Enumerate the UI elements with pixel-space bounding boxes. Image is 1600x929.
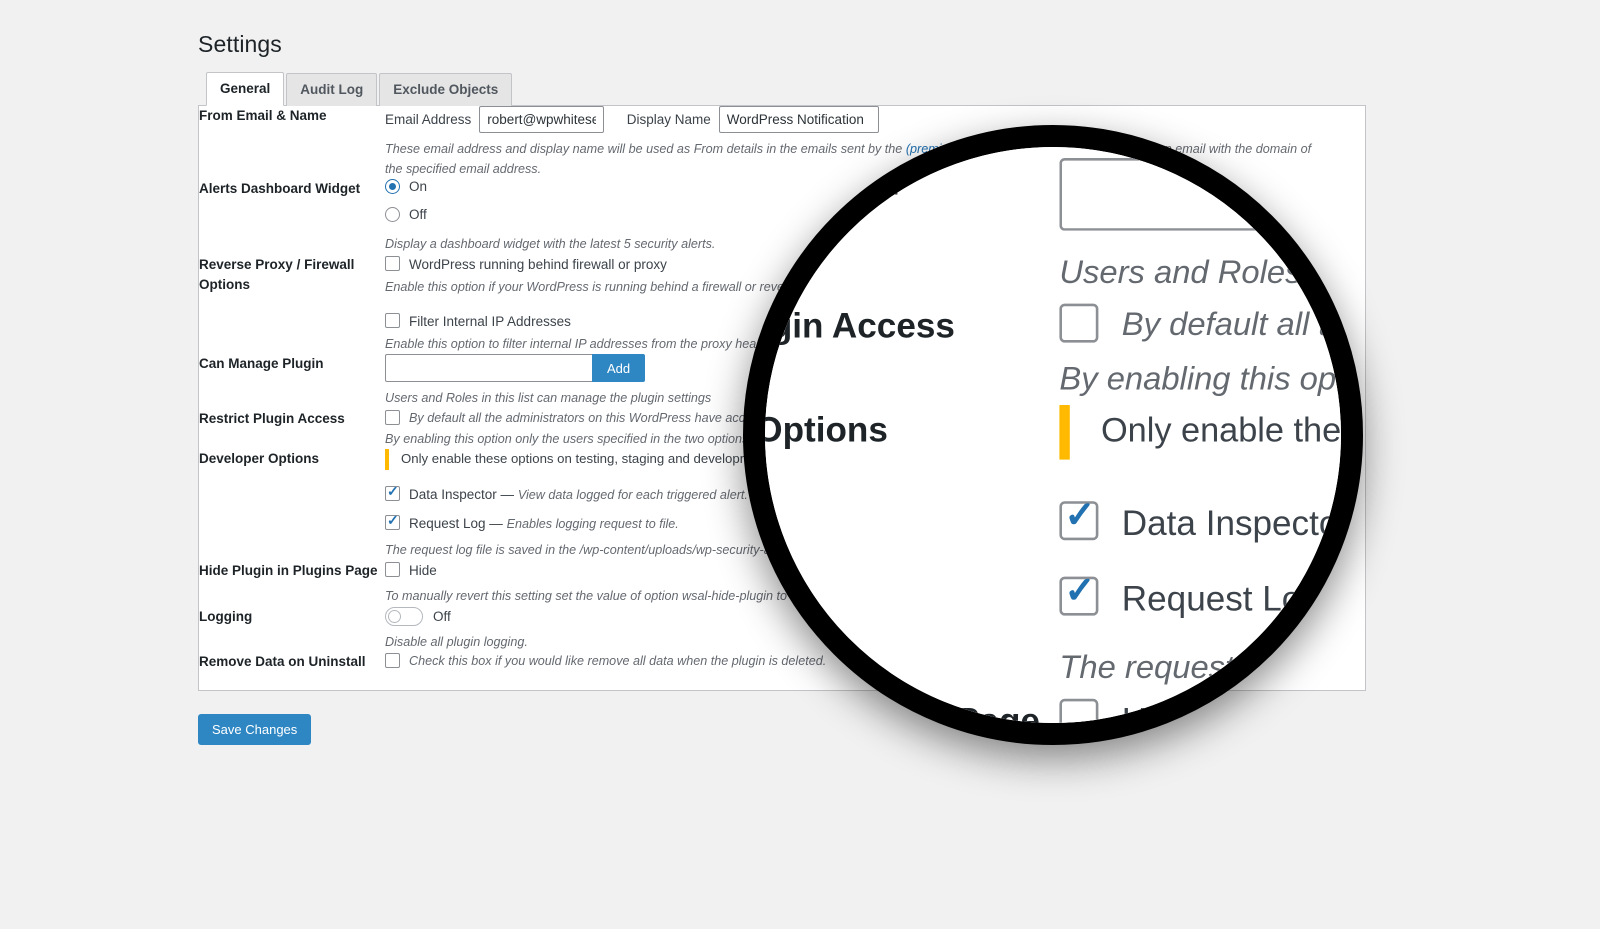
- row-label-alerts-widget: Alerts Dashboard Widget: [199, 181, 361, 197]
- tab-audit-log[interactable]: Audit Log: [286, 72, 378, 107]
- alerts-widget-off-label: Off: [409, 207, 427, 223]
- restrict-access-checkbox-label: By default all the administrators on thi…: [1121, 305, 1363, 342]
- logging-toggle[interactable]: [385, 606, 423, 626]
- row-label-can-manage-plugin: Can Manage Plugin: [199, 356, 324, 372]
- magnifier-content: Settings General Audit Log Exclude Objec…: [755, 147, 1363, 723]
- data-inspector-row[interactable]: Data Inspector — View data logged for ea…: [1059, 493, 1351, 549]
- alerts-widget-on-label: On: [409, 179, 428, 195]
- display-name-label: Display Name: [626, 112, 711, 128]
- magnifier-lens: Settings General Audit Log Exclude Objec…: [743, 125, 1363, 745]
- tab-general[interactable]: General: [206, 71, 285, 107]
- remove-data-checkbox[interactable]: [385, 653, 400, 669]
- can-manage-add-row: Add: [1059, 158, 1341, 232]
- row-content-developer-options: Only enable these options on testing, st…: [1059, 406, 1363, 695]
- row-label-hide-plugin: Hide Plugin in Plugins Page: [199, 562, 378, 578]
- data-inspector-title: Data Inspector —: [409, 486, 518, 502]
- restrict-access-description: By enabling this option only the users s…: [1059, 360, 1353, 397]
- can-manage-description: Users and Roles in this list can manage …: [1059, 254, 1341, 291]
- remove-data-checkbox-label: Check this box if you would like remove …: [409, 654, 827, 669]
- developer-options-notice: Only enable these options on testing, st…: [1059, 406, 1341, 460]
- can-manage-input[interactable]: [385, 354, 592, 383]
- row-label-developer-options: Developer Options: [199, 451, 320, 467]
- reverse-proxy-checkbox-1[interactable]: [385, 255, 400, 271]
- save-changes-button[interactable]: Save Changes: [198, 713, 312, 745]
- data-inspector-label: Data Inspector — View data logged for ea…: [409, 485, 748, 505]
- request-log-title: Request Log —: [409, 516, 507, 532]
- display-name-input[interactable]: [718, 106, 879, 134]
- reverse-proxy-checkbox-2[interactable]: [385, 313, 400, 329]
- logging-toggle-state: Off: [433, 608, 451, 624]
- data-inspector-title: Data Inspector —: [1121, 503, 1351, 543]
- request-log-checkbox[interactable]: [385, 512, 400, 531]
- row-label-logging: Logging: [199, 608, 253, 624]
- row-label-restrict-plugin-access: Restrict Plugin Access: [199, 410, 345, 426]
- can-manage-input[interactable]: [1059, 158, 1341, 232]
- page-title: Settings: [198, 31, 282, 57]
- hide-plugin-checkbox-label: Hide: [409, 562, 437, 578]
- request-log-label: Request Log — Enables logging request to…: [409, 514, 679, 534]
- radio-off-icon[interactable]: [385, 207, 400, 223]
- email-address-label: Email Address: [385, 112, 472, 128]
- restrict-access-checkbox[interactable]: [385, 409, 400, 425]
- reverse-proxy-checkbox-1-label: WordPress running behind firewall or pro…: [409, 256, 667, 272]
- row-label-reverse-proxy: Reverse Proxy / Firewall Options: [199, 256, 355, 292]
- hide-plugin-checkbox[interactable]: [385, 561, 400, 577]
- request-log-title: Request Log —: [1121, 580, 1363, 620]
- display-name-field: Display Name: [626, 106, 879, 134]
- request-log-row[interactable]: Request Log — Enables logging request to…: [1059, 570, 1363, 626]
- radio-on-icon[interactable]: [385, 179, 400, 195]
- settings-form-table: From Email & Name Email Address Display …: [755, 147, 1363, 723]
- settings-tabs: General Audit Log Exclude Objects: [198, 71, 1366, 107]
- request-log-hint: Enables logging request to file.: [506, 517, 679, 532]
- add-button[interactable]: Add: [592, 354, 646, 383]
- request-log-checkbox[interactable]: [1059, 570, 1099, 617]
- row-label-can-manage-plugin: Can Manage Plugin: [765, 163, 900, 203]
- row-label-remove-data: Remove Data on Uninstall: [199, 654, 366, 670]
- tab-exclude-objects[interactable]: Exclude Objects: [379, 72, 513, 107]
- row-label-restrict-plugin-access: Restrict Plugin Access: [765, 305, 955, 345]
- row-restrict-plugin-access: Restrict Plugin Access By default all th…: [765, 300, 1363, 406]
- row-can-manage-plugin: Can Manage Plugin Add Users and Roles in…: [765, 158, 1341, 300]
- restrict-access-checkbox-row[interactable]: By default all the administrators on thi…: [1059, 300, 1363, 347]
- row-label-from-email: From Email & Name: [199, 108, 327, 124]
- reverse-proxy-checkbox-2-label: Filter Internal IP Addresses: [409, 314, 571, 330]
- row-label-developer-options: Developer Options: [755, 411, 888, 451]
- settings-panel: From Email & Name Email Address Display …: [755, 147, 1363, 723]
- email-address-field: Email Address: [385, 106, 605, 134]
- request-log-label: Request Log — Enables logging request to…: [1121, 575, 1363, 626]
- data-inspector-checkbox[interactable]: [385, 483, 400, 501]
- hide-plugin-checkbox[interactable]: [1059, 697, 1099, 723]
- developer-options-description: The request log file is saved in the /wp…: [1059, 649, 1341, 686]
- row-content-restrict-plugin-access: By default all the administrators on thi…: [1059, 300, 1363, 406]
- row-developer-options: Developer Options Only enable these opti…: [755, 406, 1363, 695]
- restrict-access-checkbox[interactable]: [1059, 302, 1099, 342]
- email-address-input[interactable]: [479, 106, 605, 134]
- data-inspector-hint: View data logged for each triggered aler…: [517, 487, 748, 502]
- data-inspector-checkbox[interactable]: [1059, 493, 1099, 540]
- row-content-can-manage-plugin: Add Users and Roles in this list can man…: [1059, 158, 1341, 300]
- data-inspector-label: Data Inspector — View data logged for ea…: [1121, 498, 1351, 549]
- settings-page: Settings General Audit Log Exclude Objec…: [755, 147, 1363, 723]
- logging-toggle-knob: [388, 609, 401, 623]
